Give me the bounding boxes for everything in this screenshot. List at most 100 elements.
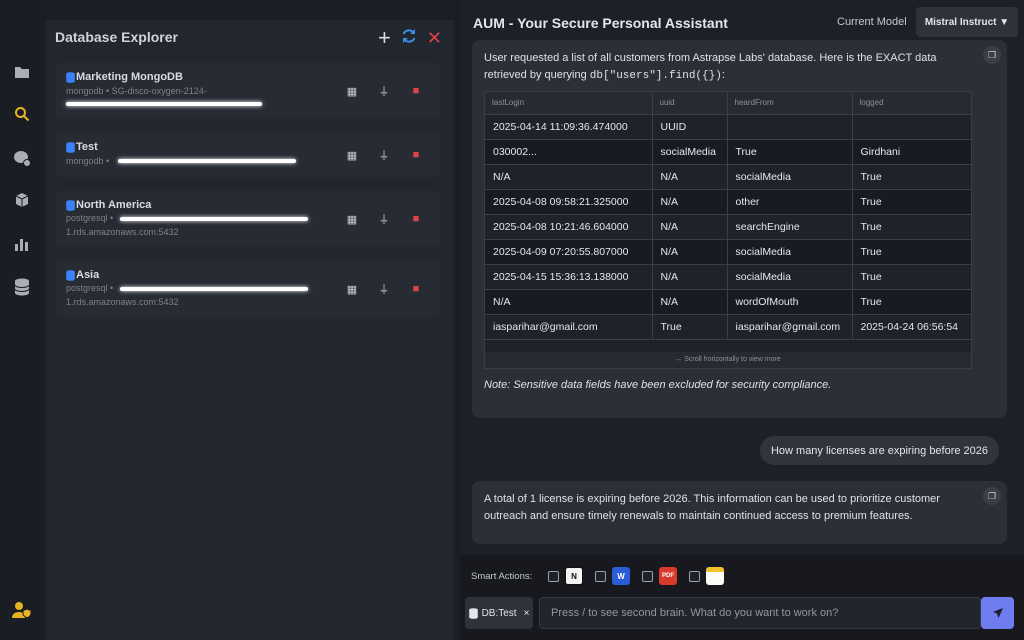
table-cell: Girdhani <box>852 139 971 165</box>
db-card-marketing-mongodb[interactable]: Marketing MongoDB mongodb • SG-disco-oxy… <box>56 63 440 119</box>
copy-icon[interactable]: ❐ <box>983 487 1001 505</box>
table-cell: socialMedia <box>727 264 853 290</box>
table-cell: True <box>852 289 971 315</box>
plug-icon[interactable]: ⏚ <box>378 147 390 163</box>
table-cell: N/A <box>652 214 728 240</box>
table-cell: True <box>852 214 971 240</box>
notes-icon <box>706 567 724 585</box>
table-row: 030002... socialMedia True Girdhani <box>485 139 971 165</box>
pdf-checkbox[interactable] <box>642 571 653 582</box>
table-row: 2025-04-09 07:20:55.807000 N/A socialMedia… <box>485 239 971 265</box>
table-cell: 2025-04-08 09:58:21.325000 <box>485 189 653 215</box>
table-cell: iasparihar@gmail.com <box>727 314 853 340</box>
chat-area: AUM - Your Secure Personal Assistant Cur… <box>460 0 1024 640</box>
table-cell: True <box>852 189 971 215</box>
chip-close-icon[interactable]: × <box>524 608 530 619</box>
assistant-message: User requested a list of all customers f… <box>472 40 1007 418</box>
table-cell: True <box>727 139 853 165</box>
compliance-note: Note: Sensitive data fields have been ex… <box>484 379 832 391</box>
table-cell: 030002... <box>485 139 653 165</box>
table-cell: 2025-04-15 15:36:13.138000 <box>485 264 653 290</box>
column-header: lastLogin <box>485 92 653 115</box>
db-card-north-america[interactable]: North America postgresql • 1.rds.amazona… <box>56 191 440 247</box>
table-cell: True <box>652 314 728 340</box>
db-card-asia[interactable]: Asia postgresql • 1.rds.amazonaws.com:54… <box>56 261 440 317</box>
table-cell: wordOfMouth <box>727 289 853 315</box>
table-cell: N/A <box>485 164 653 190</box>
user-message: How many licenses are expiring before 20… <box>760 436 999 465</box>
plug-icon[interactable]: ⏚ <box>378 211 390 227</box>
add-icon[interactable]: + <box>378 26 391 48</box>
plug-icon[interactable]: ⏚ <box>378 281 390 297</box>
smart-actions-label: Smart Actions: <box>471 571 533 582</box>
search-icon[interactable] <box>12 104 32 124</box>
scroll-hint[interactable]: ↔ Scroll horizontally to view more <box>485 352 971 368</box>
table-row: 2025-04-08 09:58:21.325000 N/A other True <box>485 189 971 215</box>
word-checkbox[interactable] <box>595 571 606 582</box>
table-cell: socialMedia <box>727 164 853 190</box>
notes-checkbox[interactable] <box>689 571 700 582</box>
table-icon[interactable]: ▦ <box>346 149 358 162</box>
icon-rail <box>0 0 44 640</box>
table-cell: 2025-04-14 11:09:36.474000 <box>485 114 653 140</box>
database-icon <box>66 72 75 83</box>
folder-icon[interactable] <box>12 62 32 82</box>
user-shield-icon[interactable] <box>12 600 32 620</box>
table-icon[interactable]: ▦ <box>346 283 358 296</box>
trash-icon[interactable]: ■ <box>410 283 422 295</box>
table-cell: searchEngine <box>727 214 853 240</box>
trash-icon[interactable]: ■ <box>410 213 422 225</box>
table-icon[interactable]: ▦ <box>346 85 358 98</box>
database-icon <box>66 200 75 211</box>
db-card-actions: ▦ ⏚ ■ <box>346 281 422 297</box>
explorer-actions: + ✕ <box>378 26 442 48</box>
redaction-bar <box>120 217 308 221</box>
table-cell: socialMedia <box>652 139 728 165</box>
database-icon[interactable] <box>12 277 32 297</box>
table-row: N/A N/A socialMedia True <box>485 164 971 190</box>
bar-chart-icon[interactable] <box>12 234 32 254</box>
table-cell: N/A <box>652 239 728 265</box>
table-header-row: lastLogin uuid heardFrom logged <box>485 92 971 115</box>
notion-checkbox[interactable] <box>548 571 559 582</box>
redaction-bar <box>118 159 296 163</box>
table-cell: 2025-04-08 10:21:46.604000 <box>485 214 653 240</box>
table-cell: N/A <box>652 289 728 315</box>
plug-icon[interactable]: ⏚ <box>378 83 390 99</box>
table-cell: N/A <box>652 164 728 190</box>
table-cell: True <box>852 239 971 265</box>
query-code: db["users"].find({}) <box>589 70 722 82</box>
send-button[interactable] <box>981 597 1014 629</box>
model-select[interactable]: Mistral Instruct ▼ <box>916 7 1018 37</box>
db-name: Test <box>76 141 98 153</box>
chat-add-icon[interactable] <box>12 148 32 168</box>
table-cell: 2025-04-09 07:20:55.807000 <box>485 239 653 265</box>
results-table[interactable]: lastLogin uuid heardFrom logged 2025-04-14 … <box>484 91 972 369</box>
db-context-chip[interactable]: DB:Test × <box>465 597 533 629</box>
table-icon[interactable]: ▦ <box>346 213 358 226</box>
database-explorer-panel: Database Explorer + ✕ Marketing MongoDB … <box>46 20 454 640</box>
message-text: User requested a list of all customers f… <box>484 50 981 85</box>
db-card-test[interactable]: Test mongodb • ▦ ⏚ ■ <box>56 133 440 177</box>
refresh-icon[interactable] <box>401 28 417 47</box>
db-connection: mongodb • SG-disco-oxygen-2124- <box>66 86 207 96</box>
copy-icon[interactable]: ❐ <box>983 46 1001 64</box>
model-label: Current Model <box>837 16 907 28</box>
prompt-input[interactable]: Press / to see second brain. What do you… <box>539 597 981 629</box>
close-icon[interactable]: ✕ <box>427 29 442 47</box>
db-host: 1.rds.amazonaws.com:5432 <box>66 227 179 237</box>
trash-icon[interactable]: ■ <box>410 85 422 97</box>
db-connection: mongodb • <box>66 156 110 166</box>
page-title: AUM - Your Secure Personal Assistant <box>473 15 728 31</box>
message-suffix: : <box>721 69 725 81</box>
trash-icon[interactable]: ■ <box>410 149 422 161</box>
db-name: Marketing MongoDB <box>76 71 183 83</box>
word-icon: W <box>612 567 630 585</box>
table-row: 2025-04-14 11:09:36.474000 UUID <box>485 114 971 140</box>
db-name: North America <box>76 199 152 211</box>
table-body: 2025-04-14 11:09:36.474000 UUID 030002... s… <box>485 114 971 340</box>
table-row: 2025-04-08 10:21:46.604000 N/A searchEngin… <box>485 214 971 240</box>
cube-icon[interactable] <box>12 190 32 210</box>
table-cell: N/A <box>652 264 728 290</box>
column-header: uuid <box>652 92 728 115</box>
